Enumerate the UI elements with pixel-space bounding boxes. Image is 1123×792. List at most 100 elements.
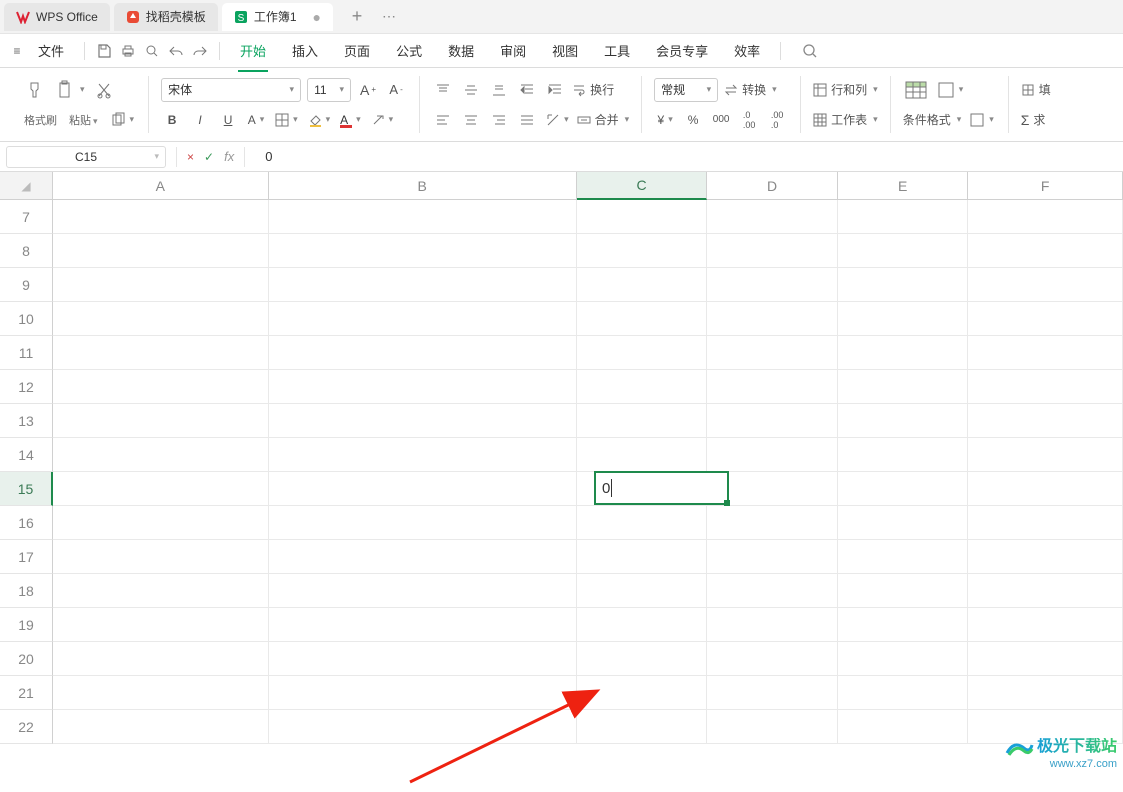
italic-button[interactable]: I [189, 109, 211, 131]
row-header-11[interactable]: 11 [0, 336, 53, 370]
tab-workbook[interactable]: S 工作簿1 ● [222, 3, 333, 31]
menu-review[interactable]: 审阅 [488, 35, 538, 66]
row-header-12[interactable]: 12 [0, 370, 53, 404]
cell[interactable] [577, 268, 708, 302]
cell[interactable] [269, 676, 577, 710]
cell[interactable] [838, 574, 969, 608]
align-top-icon[interactable] [432, 79, 454, 101]
formula-cancel-button[interactable]: × [187, 150, 194, 164]
font-effects-button[interactable]: A [245, 109, 267, 131]
fx-icon[interactable]: fx [224, 149, 234, 164]
cell[interactable] [838, 540, 969, 574]
cell[interactable] [838, 234, 969, 268]
paste-icon[interactable] [54, 79, 87, 101]
cell[interactable] [707, 710, 838, 744]
cell[interactable] [577, 336, 708, 370]
cell[interactable] [53, 302, 269, 336]
cell[interactable] [53, 642, 269, 676]
cell[interactable] [838, 200, 969, 234]
cell[interactable] [707, 404, 838, 438]
cell[interactable] [577, 642, 708, 676]
cell[interactable] [968, 268, 1123, 302]
cell[interactable] [707, 676, 838, 710]
cell[interactable] [269, 200, 577, 234]
font-size-select[interactable]: 11▾ [307, 78, 351, 102]
row-header-14[interactable]: 14 [0, 438, 53, 472]
sum-button[interactable]: Σ求 [1021, 111, 1046, 128]
sheet-button[interactable]: 工作表 [813, 111, 878, 128]
cell[interactable] [577, 506, 708, 540]
save-icon[interactable] [93, 40, 115, 62]
cell[interactable] [968, 642, 1123, 676]
cell[interactable] [269, 710, 577, 744]
cell[interactable] [707, 574, 838, 608]
cell[interactable] [269, 370, 577, 404]
cell[interactable] [269, 540, 577, 574]
align-left-icon[interactable] [432, 109, 454, 131]
cell[interactable] [838, 302, 969, 336]
cell[interactable] [707, 234, 838, 268]
cell[interactable] [577, 200, 708, 234]
cell[interactable] [968, 472, 1123, 506]
font-color-button[interactable]: A [338, 109, 363, 131]
menu-page[interactable]: 页面 [332, 35, 382, 66]
convert-button[interactable]: 转换 [724, 81, 777, 98]
cell[interactable] [838, 438, 969, 472]
cell[interactable] [53, 234, 269, 268]
row-header-15[interactable]: 15 [0, 472, 53, 506]
cell[interactable] [53, 608, 269, 642]
select-all-corner[interactable]: ◢ [0, 172, 53, 200]
menu-start[interactable]: 开始 [228, 35, 278, 66]
cell[interactable] [707, 642, 838, 676]
hamburger-icon[interactable]: ≡ [6, 40, 28, 62]
cell[interactable] [968, 540, 1123, 574]
menu-file[interactable]: 文件 [30, 41, 72, 60]
cell[interactable] [577, 438, 708, 472]
cell[interactable] [577, 404, 708, 438]
paste-label[interactable]: 粘贴 [69, 112, 98, 128]
cell[interactable] [968, 676, 1123, 710]
indent-increase-icon[interactable] [544, 79, 566, 101]
cell[interactable] [53, 268, 269, 302]
cell[interactable] [577, 302, 708, 336]
cell[interactable] [968, 370, 1123, 404]
formula-input[interactable]: 0 [255, 149, 1123, 164]
align-middle-icon[interactable] [460, 79, 482, 101]
percent-icon[interactable]: % [682, 109, 704, 131]
cell[interactable] [269, 642, 577, 676]
cell[interactable] [707, 608, 838, 642]
cell[interactable] [53, 574, 269, 608]
align-bottom-icon[interactable] [488, 79, 510, 101]
cell[interactable] [838, 404, 969, 438]
row-header-22[interactable]: 22 [0, 710, 53, 744]
cell[interactable] [838, 608, 969, 642]
column-header-E[interactable]: E [838, 172, 969, 200]
menu-insert[interactable]: 插入 [280, 35, 330, 66]
cell[interactable] [838, 370, 969, 404]
row-header-19[interactable]: 19 [0, 608, 53, 642]
indent-decrease-icon[interactable] [516, 79, 538, 101]
align-center-icon[interactable] [460, 109, 482, 131]
bold-button[interactable]: B [161, 109, 183, 131]
cell[interactable] [968, 608, 1123, 642]
cut-icon[interactable] [93, 79, 115, 101]
wrap-text-button[interactable]: 换行 [572, 81, 614, 98]
cell[interactable] [53, 404, 269, 438]
column-header-D[interactable]: D [707, 172, 838, 200]
increase-decimal-icon[interactable]: .00.0 [766, 109, 788, 131]
cell[interactable] [577, 676, 708, 710]
column-header-C[interactable]: C [577, 172, 708, 200]
cell[interactable] [838, 268, 969, 302]
cell[interactable] [269, 336, 577, 370]
row-header-7[interactable]: 7 [0, 200, 53, 234]
column-header-B[interactable]: B [269, 172, 577, 200]
menu-view[interactable]: 视图 [540, 35, 590, 66]
cell[interactable] [838, 506, 969, 540]
row-header-16[interactable]: 16 [0, 506, 53, 540]
tab-more-button[interactable]: ⋯ [377, 8, 401, 25]
row-header-21[interactable]: 21 [0, 676, 53, 710]
cell[interactable] [269, 302, 577, 336]
cell[interactable] [269, 404, 577, 438]
cell[interactable] [53, 710, 269, 744]
cell[interactable] [707, 540, 838, 574]
